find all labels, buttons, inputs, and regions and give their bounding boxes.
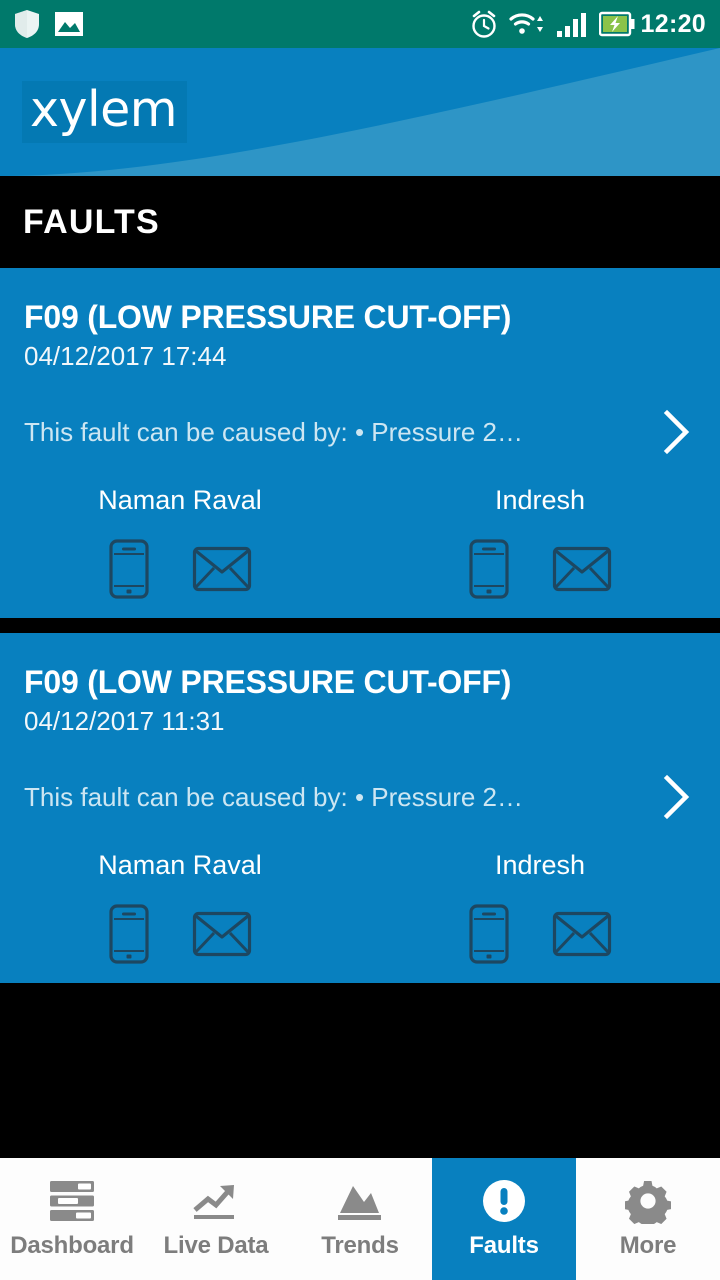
contact-entry: Indresh	[360, 484, 720, 600]
fault-contacts: Naman Raval Indresh	[0, 458, 720, 600]
contact-entry: Naman Raval	[0, 849, 360, 965]
email-icon[interactable]	[192, 546, 252, 592]
nav-label-live-data: Live Data	[163, 1231, 269, 1259]
fault-description: This fault can be caused by: • Pressure …	[24, 417, 524, 447]
alarm-icon	[470, 9, 498, 39]
status-bar: 12:20	[0, 0, 720, 48]
xylem-logo-text: xylem	[30, 81, 178, 138]
email-icon[interactable]	[552, 546, 612, 592]
fault-timestamp: 04/12/2017 11:31	[24, 706, 225, 736]
phone-icon[interactable]	[468, 538, 510, 600]
status-bar-right-icons	[470, 9, 635, 39]
signal-icon	[556, 10, 588, 38]
contact-name: Naman Raval	[98, 485, 262, 515]
phone-icon[interactable]	[108, 903, 150, 965]
nav-item-more[interactable]: More	[576, 1158, 720, 1280]
phone-icon[interactable]	[468, 903, 510, 965]
nav-label-dashboard: Dashboard	[10, 1231, 134, 1259]
fault-description-row[interactable]: This fault can be caused by: • Pressure …	[0, 737, 720, 823]
nav-item-live-data[interactable]: Live Data	[144, 1158, 288, 1280]
chevron-right-icon[interactable]	[654, 406, 698, 458]
contact-actions	[108, 903, 252, 965]
phone-icon[interactable]	[108, 538, 150, 600]
fault-timestamp: 04/12/2017 17:44	[24, 341, 227, 371]
gear-icon	[625, 1179, 671, 1224]
wifi-icon	[508, 10, 545, 38]
contact-name: Indresh	[494, 850, 586, 880]
shield-icon	[14, 9, 40, 39]
xylem-logo: xylem	[22, 81, 187, 143]
contact-name: Indresh	[494, 485, 586, 515]
fault-description-row[interactable]: This fault can be caused by: • Pressure …	[0, 372, 720, 458]
mountain-chart-icon	[335, 1179, 385, 1223]
nav-label-trends: Trends	[321, 1231, 399, 1259]
email-icon[interactable]	[192, 911, 252, 957]
fault-code-title: F09 (LOW PRESSURE CUT-OFF)	[24, 299, 512, 335]
page-title-bar: FAULTS	[0, 176, 720, 268]
contact-name: Naman Raval	[98, 850, 262, 880]
fault-card[interactable]: F09 (LOW PRESSURE CUT-OFF) 04/12/2017 17…	[0, 268, 720, 618]
app-screen: 12:20 xylem FAULTS F09 (LOW PRESSURE CUT…	[0, 0, 720, 1280]
nav-item-dashboard[interactable]: Dashboard	[0, 1158, 144, 1280]
fault-code-title: F09 (LOW PRESSURE CUT-OFF)	[24, 664, 512, 700]
nav-item-trends[interactable]: Trends	[288, 1158, 432, 1280]
contact-actions	[468, 538, 612, 600]
fault-contacts: Naman Raval Indresh	[0, 823, 720, 965]
status-bar-left-icons	[14, 9, 84, 39]
contact-actions	[108, 538, 252, 600]
email-icon[interactable]	[552, 911, 612, 957]
nav-label-faults: Faults	[469, 1231, 539, 1259]
dashboard-icon	[48, 1179, 96, 1223]
nav-label-more: More	[619, 1231, 677, 1259]
page-title: FAULTS	[23, 202, 160, 241]
contact-entry: Indresh	[360, 849, 720, 965]
alert-circle-icon	[481, 1179, 527, 1223]
contact-actions	[468, 903, 612, 965]
bottom-navigation: Dashboard Live Data Trends Faults More	[0, 1158, 720, 1280]
chevron-right-icon[interactable]	[654, 771, 698, 823]
contact-entry: Naman Raval	[0, 484, 360, 600]
status-bar-clock: 12:20	[640, 9, 706, 38]
photo-icon	[54, 11, 84, 37]
trending-up-icon	[191, 1179, 241, 1223]
nav-item-faults[interactable]: Faults	[432, 1158, 576, 1280]
fault-card[interactable]: F09 (LOW PRESSURE CUT-OFF) 04/12/2017 11…	[0, 633, 720, 983]
battery-charging-icon	[598, 11, 635, 37]
fault-description: This fault can be caused by: • Pressure …	[24, 782, 524, 812]
brand-banner: xylem	[0, 48, 720, 176]
faults-list[interactable]: F09 (LOW PRESSURE CUT-OFF) 04/12/2017 17…	[0, 268, 720, 1158]
